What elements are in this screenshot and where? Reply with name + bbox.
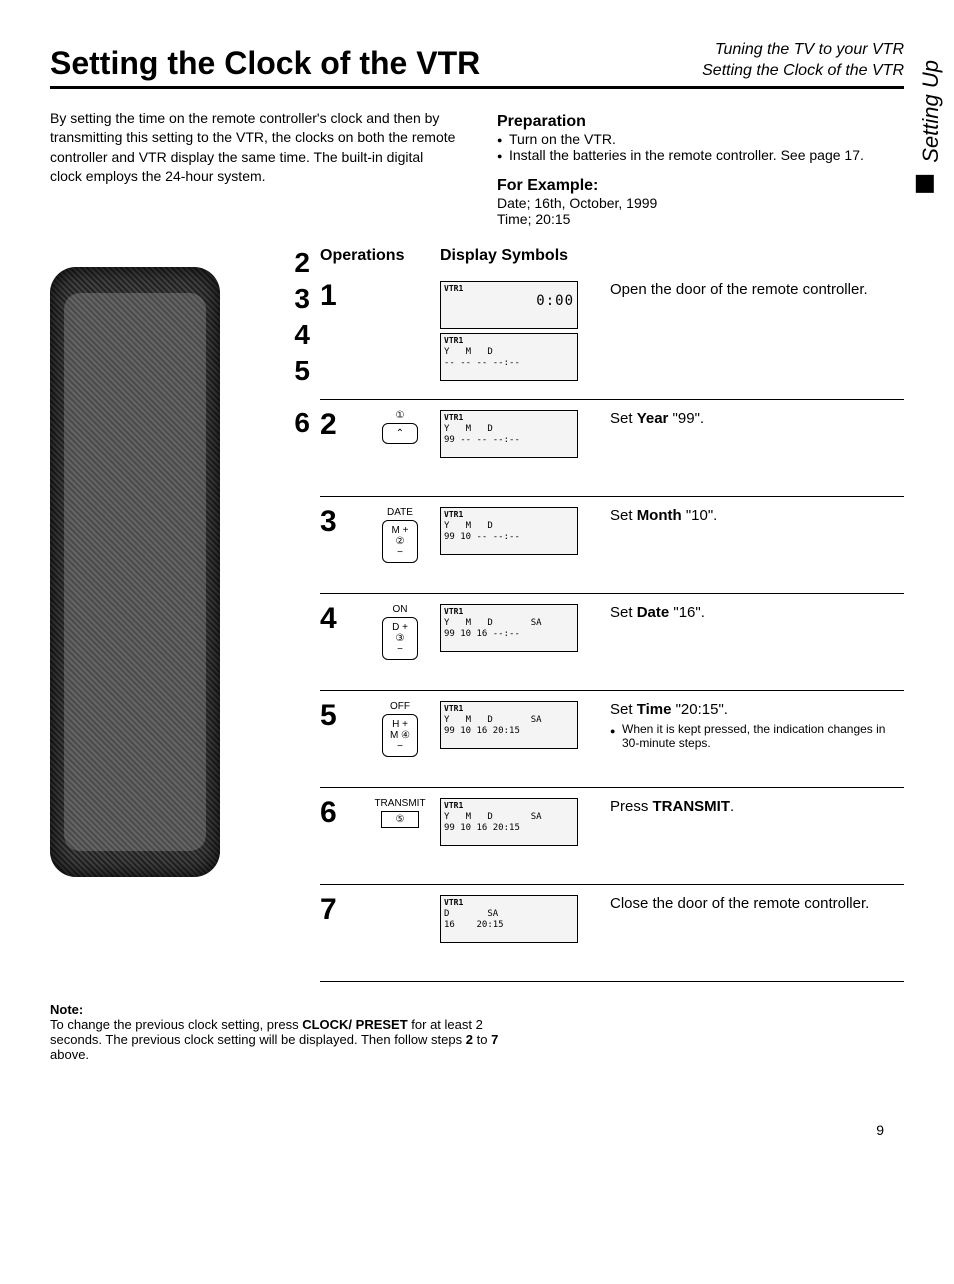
display-tag: VTR1 bbox=[444, 898, 574, 908]
step-description: Set Date "16". bbox=[600, 604, 904, 621]
display-values: Y M D 99 -- -- --:-- bbox=[444, 424, 574, 446]
intro-text: By setting the time on the remote contro… bbox=[50, 109, 457, 227]
display-values: Y M D -- -- -- --:-- bbox=[444, 347, 574, 369]
crumb-2: Setting the Clock of the VTR bbox=[702, 61, 904, 82]
display-column: VTR1D SA 16 20:15 bbox=[440, 895, 600, 947]
display-column: VTR1Y M D SA 99 10 16 20:15 bbox=[440, 701, 600, 753]
remote-button-icon: ⑤ bbox=[381, 811, 419, 828]
step-row: 7 VTR1D SA 16 20:15 Close the door of the … bbox=[320, 885, 904, 982]
display-values: Y M D SA 99 10 16 20:15 bbox=[444, 715, 574, 737]
step-number: 6 bbox=[320, 798, 360, 828]
display-column: VTR10:00VTR1Y M D -- -- -- --:-- bbox=[440, 281, 600, 385]
button-label: OFF bbox=[360, 701, 440, 712]
step-number: 3 bbox=[320, 507, 360, 537]
display-values: Y M D SA 99 10 16 --:-- bbox=[444, 618, 574, 640]
step-row: 4ON D + ③ − VTR1Y M D SA 99 10 16 --:-- Set… bbox=[320, 594, 904, 691]
lcd-display: VTR1Y M D SA 99 10 16 20:15 bbox=[440, 701, 578, 749]
section-tab: Setting Up bbox=[916, 60, 944, 193]
display-tag: VTR1 bbox=[444, 801, 574, 811]
step-description: Set Time "20:15".When it is kept pressed… bbox=[600, 701, 904, 750]
remote-button-icon: D + ③ − bbox=[382, 617, 418, 660]
step-description: Set Year "99". bbox=[600, 410, 904, 427]
display-symbols-heading: Display Symbols bbox=[440, 247, 600, 265]
step-number: 1 bbox=[320, 281, 360, 311]
step-description: Press TRANSMIT. bbox=[600, 798, 904, 815]
lcd-display: VTR1Y M D 99 10 -- --:-- bbox=[440, 507, 578, 555]
breadcrumb: Tuning the TV to your VTR Setting the Cl… bbox=[702, 40, 904, 82]
lcd-display: VTR1Y M D SA 99 10 16 20:15 bbox=[440, 798, 578, 846]
lcd-display: VTR10:00 bbox=[440, 281, 578, 329]
step-row: 2①⌃ VTR1Y M D 99 -- -- --:--Set Year "99… bbox=[320, 400, 904, 497]
note-text: To change the previous clock setting, pr… bbox=[50, 1017, 498, 1062]
button-label: TRANSMIT bbox=[360, 798, 440, 809]
display-tag: VTR1 bbox=[444, 413, 574, 423]
display-time: 0:00 bbox=[444, 293, 574, 310]
step-operation: OFF H + M ④ − bbox=[360, 701, 440, 757]
display-column: VTR1Y M D SA 99 10 16 --:-- bbox=[440, 604, 600, 656]
callout-2: 2 bbox=[294, 247, 310, 279]
callout-3: 3 bbox=[294, 283, 310, 315]
step-description: Open the door of the remote controller. bbox=[600, 281, 904, 298]
display-tag: VTR1 bbox=[444, 284, 574, 294]
page-number: 9 bbox=[50, 1122, 904, 1138]
tab-label: Setting Up bbox=[918, 60, 943, 163]
step-number: 7 bbox=[320, 895, 360, 925]
display-values: Y M D 99 10 -- --:-- bbox=[444, 521, 574, 543]
button-label: ① bbox=[360, 410, 440, 421]
step-row: 3DATE M + ② − VTR1Y M D 99 10 -- --:-- Set … bbox=[320, 497, 904, 594]
remote-face bbox=[64, 293, 206, 851]
prep-item-2: Install the batteries in the remote cont… bbox=[497, 147, 904, 163]
tab-marker bbox=[916, 175, 934, 193]
display-values: D SA 16 20:15 bbox=[444, 909, 574, 931]
callout-5: 5 bbox=[294, 355, 310, 387]
step-description: Close the door of the remote controller. bbox=[600, 895, 904, 912]
example-time: Time; 20:15 bbox=[497, 211, 904, 227]
callout-6: 6 bbox=[294, 407, 310, 439]
note-heading: Note: bbox=[50, 1002, 83, 1017]
display-tag: VTR1 bbox=[444, 607, 574, 617]
example-heading: For Example: bbox=[497, 177, 904, 195]
step-operation: ON D + ③ − bbox=[360, 604, 440, 660]
crumb-1: Tuning the TV to your VTR bbox=[702, 40, 904, 61]
step-number: 5 bbox=[320, 701, 360, 731]
lcd-display: VTR1Y M D -- -- -- --:-- bbox=[440, 333, 578, 381]
step-number: 2 bbox=[320, 410, 360, 440]
lcd-display: VTR1Y M D SA 99 10 16 --:-- bbox=[440, 604, 578, 652]
step-operation: ①⌃ bbox=[360, 410, 440, 444]
steps-table: Operations Display Symbols 1VTR10:00VTR1… bbox=[320, 247, 904, 982]
remote-body bbox=[50, 267, 220, 877]
display-values: Y M D SA 99 10 16 20:15 bbox=[444, 812, 574, 834]
step-operation: DATE M + ② − bbox=[360, 507, 440, 563]
manual-page: Setting Up Setting the Clock of the VTR … bbox=[0, 0, 954, 1158]
display-tag: VTR1 bbox=[444, 336, 574, 346]
display-tag: VTR1 bbox=[444, 704, 574, 714]
callout-4: 4 bbox=[294, 319, 310, 351]
page-header: Setting the Clock of the VTR Tuning the … bbox=[50, 40, 904, 89]
step-row: 1VTR10:00VTR1Y M D -- -- -- --:--Open th… bbox=[320, 271, 904, 400]
remote-illustration: 2 3 4 5 6 bbox=[50, 247, 310, 982]
remote-button-icon: H + M ④ − bbox=[382, 714, 418, 757]
display-tag: VTR1 bbox=[444, 510, 574, 520]
display-column: VTR1Y M D 99 10 -- --:-- bbox=[440, 507, 600, 559]
prep-item-1: Turn on the VTR. bbox=[497, 131, 904, 147]
step-operation: TRANSMIT ⑤ bbox=[360, 798, 440, 830]
step-number: 4 bbox=[320, 604, 360, 634]
step-row: 6TRANSMIT ⑤ VTR1Y M D SA 99 10 16 20:15 Pre… bbox=[320, 788, 904, 885]
example-date: Date; 16th, October, 1999 bbox=[497, 195, 904, 211]
step-description: Set Month "10". bbox=[600, 507, 904, 524]
note-block: Note: To change the previous clock setti… bbox=[50, 1002, 510, 1062]
display-column: VTR1Y M D SA 99 10 16 20:15 bbox=[440, 798, 600, 850]
lcd-display: VTR1D SA 16 20:15 bbox=[440, 895, 578, 943]
step-row: 5OFF H + M ④ − VTR1Y M D SA 99 10 16 20:15… bbox=[320, 691, 904, 788]
button-label: ON bbox=[360, 604, 440, 615]
step-note: When it is kept pressed, the indication … bbox=[610, 722, 904, 750]
display-column: VTR1Y M D 99 -- -- --:-- bbox=[440, 410, 600, 462]
remote-button-icon: M + ② − bbox=[382, 520, 418, 563]
preparation-heading: Preparation bbox=[497, 113, 904, 131]
operations-heading: Operations bbox=[320, 247, 440, 265]
remote-button-icon: ⌃ bbox=[382, 423, 418, 444]
page-title: Setting the Clock of the VTR bbox=[50, 45, 480, 82]
lcd-display: VTR1Y M D 99 -- -- --:-- bbox=[440, 410, 578, 458]
button-label: DATE bbox=[360, 507, 440, 518]
